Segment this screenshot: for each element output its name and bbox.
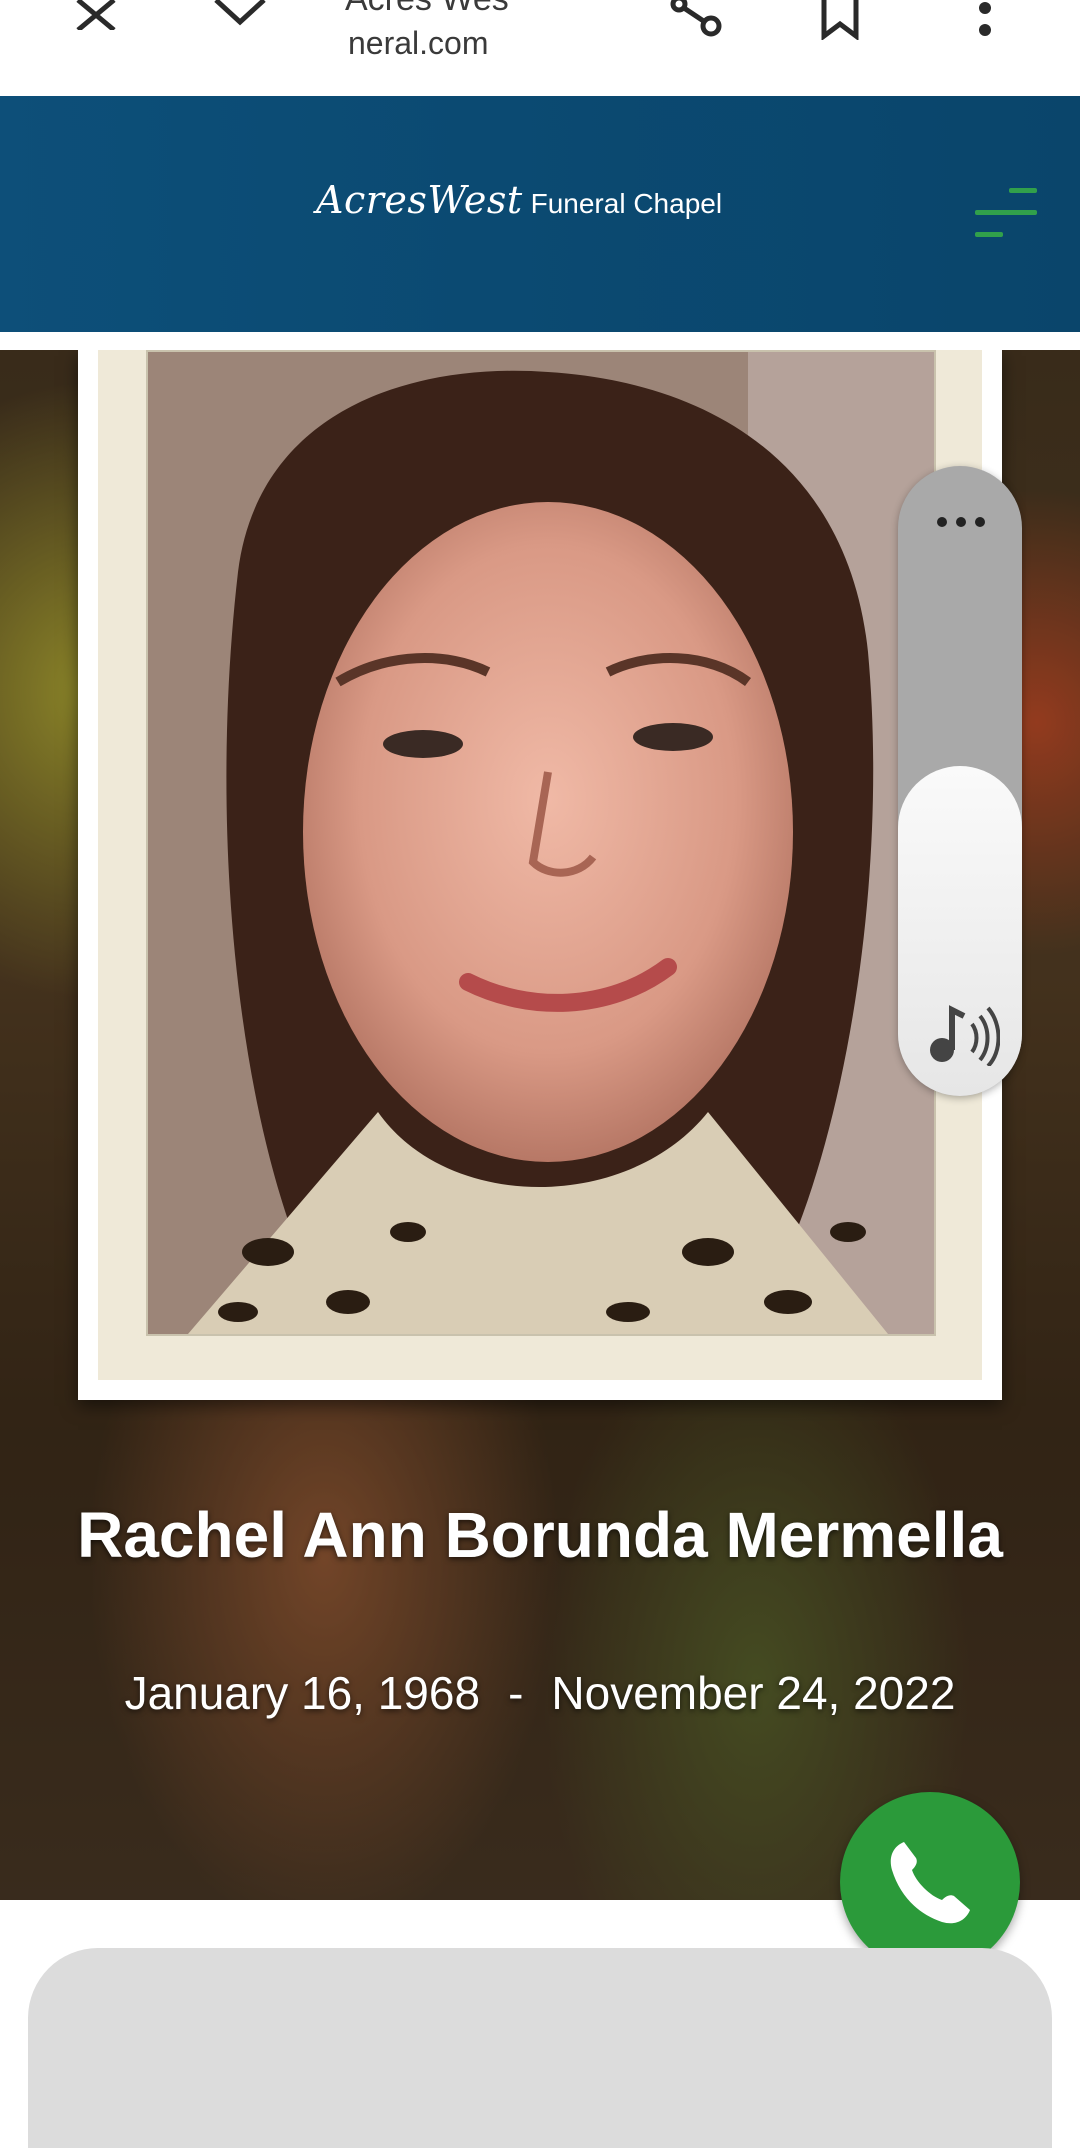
brand-script: AcresWest	[316, 178, 523, 222]
death-date: November 24, 2022	[551, 1667, 956, 1719]
portrait-photo	[146, 350, 936, 1336]
deceased-name: Rachel Ann Borunda Mermella	[77, 1499, 1003, 1571]
photo-frame	[78, 350, 1002, 1400]
phone-icon	[890, 1842, 970, 1924]
volume-slider[interactable]	[898, 466, 1022, 1096]
more-horiz-icon[interactable]	[936, 516, 986, 528]
header-divider	[0, 332, 1080, 350]
more-vert-icon[interactable]	[975, 0, 995, 40]
photo-mat	[98, 350, 982, 1380]
tag-icon[interactable]	[212, 0, 268, 26]
site-logo[interactable]: AcresWest Funeral Chapel	[316, 178, 722, 222]
hamburger-icon[interactable]	[975, 188, 1037, 240]
birth-date: January 16, 1968	[124, 1667, 481, 1719]
brand-name: Funeral Chapel	[530, 188, 723, 219]
url-text[interactable]: neral.com	[348, 25, 489, 62]
page-title: Acres Wes	[345, 0, 509, 19]
volume-icon[interactable]	[920, 1002, 1000, 1066]
browser-toolbar: Acres Wes neral.com	[0, 0, 1080, 96]
call-button[interactable]	[840, 1792, 1020, 1972]
date-separator: -	[508, 1667, 524, 1719]
content-card	[28, 1948, 1052, 2148]
bookmark-icon[interactable]	[818, 0, 862, 40]
life-dates: January 16, 1968- November 24, 2022	[0, 1666, 1080, 1720]
site-header: AcresWest Funeral Chapel	[0, 96, 1080, 332]
share-icon[interactable]	[665, 0, 725, 42]
close-icon[interactable]	[74, 0, 118, 30]
